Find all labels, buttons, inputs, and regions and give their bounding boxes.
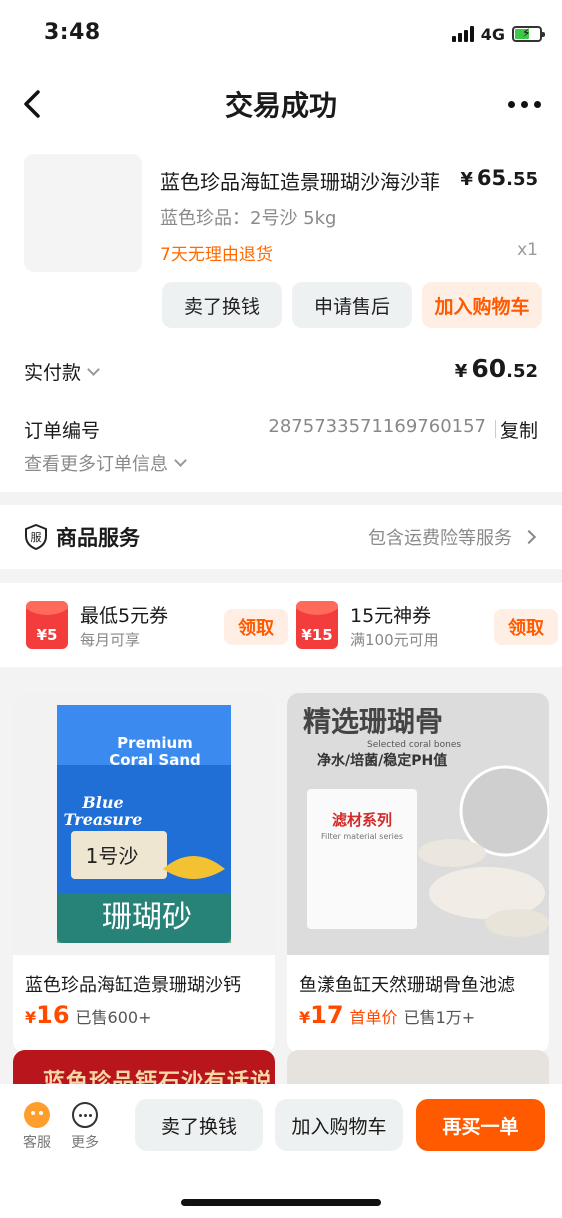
network-type: 4G <box>480 24 505 44</box>
recommendation-grid: Premium Coral Sand Blue Treasure 1号沙 珊瑚砂… <box>0 680 562 1110</box>
more-order-info-link[interactable]: 查看更多订单信息 <box>24 450 187 476</box>
paid-amount: ¥60.52 <box>454 354 538 383</box>
coupon-title: 最低5元券 <box>80 605 169 627</box>
svg-text:净水/培菌/稳定PH值: 净水/培菌/稳定PH值 <box>317 752 447 769</box>
coupon-subtitle: 满100元可用 <box>350 631 439 649</box>
svg-text:珊瑚砂: 珊瑚砂 <box>102 900 192 935</box>
first-order-tag: 首单价 <box>349 1008 398 1027</box>
copy-button[interactable]: 复制 <box>500 416 538 443</box>
order-number-label: 订单编号 <box>24 420 101 442</box>
product-image: 精选珊瑚骨 Selected coral bones 净水/培菌/稳定PH值 滤… <box>287 693 549 955</box>
order-number: 2875733571169760157 <box>268 416 486 437</box>
order-card: 蓝色珍品海缸造景珊瑚沙海沙菲 ¥65.55 蓝色珍品：2号沙 5kg 7天无理由… <box>0 142 562 492</box>
order-actions: 卖了换钱 申请售后 加入购物车 <box>162 282 542 328</box>
status-icons: 4G ⚡ <box>451 24 545 44</box>
more-button[interactable]: 更多 <box>67 1102 103 1152</box>
chevron-down-icon <box>87 362 100 376</box>
status-bar: 3:48 4G ⚡ <box>0 0 562 66</box>
product-image: Premium Coral Sand Blue Treasure 1号沙 珊瑚砂 <box>13 693 275 955</box>
battery-icon: ⚡ <box>512 26 545 42</box>
add-to-cart-button[interactable]: 加入购物车 <box>422 282 542 328</box>
red-envelope-icon: ¥5 <box>26 601 68 649</box>
claim-coupon-button[interactable]: 领取 <box>494 609 558 645</box>
return-policy: 7天无理由退货 <box>160 245 273 265</box>
add-to-cart-button[interactable]: 加入购物车 <box>275 1099 403 1151</box>
shield-icon: 服 <box>25 524 47 550</box>
recommendation-price: ¥16 已售600+ <box>25 1001 152 1029</box>
nav-bar: 交易成功 <box>0 66 562 142</box>
recommendation-price: ¥17 首单价 已售1万+ <box>299 1001 476 1029</box>
customer-service-icon <box>24 1102 50 1128</box>
chevron-down-icon <box>174 454 187 467</box>
product-title[interactable]: 蓝色珍品海缸造景珊瑚沙海沙菲 <box>160 166 460 195</box>
sold-count: 已售1万+ <box>403 1008 476 1027</box>
chevron-right-icon <box>521 529 537 545</box>
sell-button[interactable]: 卖了换钱 <box>135 1099 263 1151</box>
svg-text:1号沙: 1号沙 <box>86 844 139 868</box>
svg-text:Treasure: Treasure <box>64 810 143 829</box>
svg-text:Coral Sand: Coral Sand <box>109 751 201 769</box>
recommendation-title: 蓝色珍品海缸造景珊瑚沙钙 <box>25 975 241 996</box>
recommendation-card[interactable]: Premium Coral Sand Blue Treasure 1号沙 珊瑚砂… <box>13 693 275 1053</box>
after-sale-button[interactable]: 申请售后 <box>292 282 412 328</box>
service-desc: 包含运费险等服务 <box>368 524 537 550</box>
signal-icon <box>451 26 474 42</box>
svg-text:Premium: Premium <box>117 734 193 752</box>
svg-text:滤材系列: 滤材系列 <box>332 811 392 829</box>
product-quantity: x1 <box>517 240 538 260</box>
coupon-card: ¥5 最低5元券 每月可享 领取 <box>26 601 288 651</box>
recommendation-card[interactable]: 精选珊瑚骨 Selected coral bones 净水/培菌/稳定PH值 滤… <box>287 693 549 1053</box>
coupon-subtitle: 每月可享 <box>80 631 141 649</box>
svg-text:服: 服 <box>31 531 42 544</box>
sell-button[interactable]: 卖了换钱 <box>162 282 282 328</box>
home-indicator[interactable] <box>181 1199 381 1206</box>
recommendation-title: 鱼漾鱼缸天然珊瑚骨鱼池滤 <box>299 975 515 996</box>
coupon-row: ¥5 最低5元券 每月可享 领取 ¥15 15元神券 满100元可用 领取 <box>0 583 562 667</box>
red-envelope-icon: ¥15 <box>296 601 338 649</box>
divider <box>495 420 496 438</box>
product-spec: 蓝色珍品：2号沙 5kg <box>160 208 337 229</box>
product-price: ¥65.55 <box>460 166 538 190</box>
bottom-action-bar: 客服 更多 卖了换钱 加入购物车 再买一单 <box>0 1084 562 1218</box>
product-service-row[interactable]: 服 商品服务 包含运费险等服务 <box>0 505 562 569</box>
paid-label[interactable]: 实付款 <box>24 358 100 385</box>
customer-service-button[interactable]: 客服 <box>19 1102 55 1152</box>
svg-text:Filter material series: Filter material series <box>321 832 403 841</box>
service-title: 商品服务 <box>56 526 140 550</box>
sold-count: 已售600+ <box>75 1008 152 1027</box>
product-thumbnail[interactable] <box>24 154 142 272</box>
status-time: 3:48 <box>44 20 101 45</box>
page-title: 交易成功 <box>224 89 337 122</box>
svg-text:精选珊瑚骨: 精选珊瑚骨 <box>303 705 443 738</box>
claim-coupon-button[interactable]: 领取 <box>224 609 288 645</box>
coupon-title: 15元神券 <box>350 605 432 627</box>
more-options-icon[interactable] <box>508 92 544 116</box>
more-icon <box>72 1102 98 1128</box>
coupon-card: ¥15 15元神券 满100元可用 领取 <box>296 601 558 651</box>
buy-again-button[interactable]: 再买一单 <box>416 1099 545 1151</box>
svg-text:Selected coral bones: Selected coral bones <box>367 740 461 750</box>
